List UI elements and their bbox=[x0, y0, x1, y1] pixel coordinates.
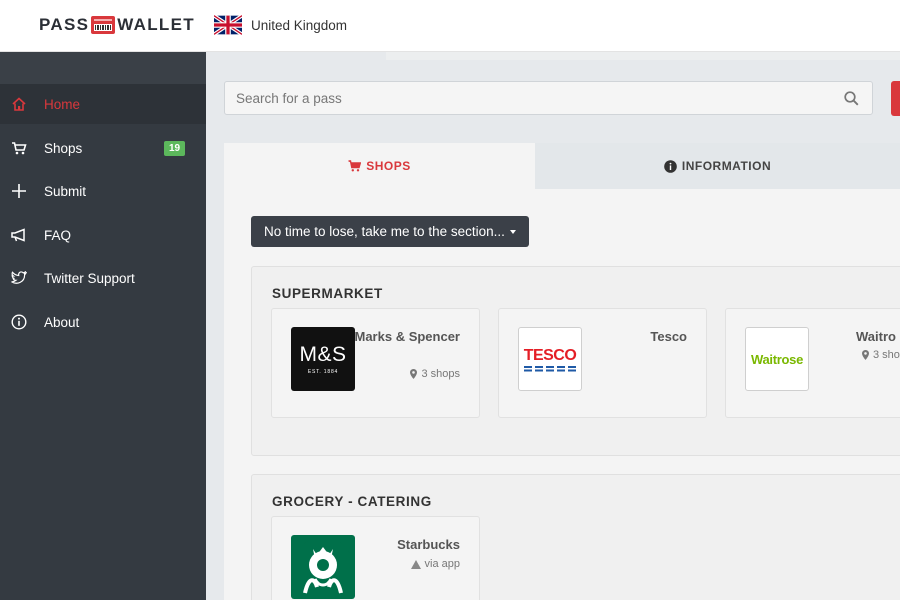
sidebar-item-label: About bbox=[44, 314, 80, 330]
shops-count-badge: 19 bbox=[164, 141, 186, 156]
section-jump-dropdown[interactable]: No time to lose, take me to the section.… bbox=[251, 216, 529, 247]
shop-meta-text: 3 shops bbox=[421, 368, 460, 380]
tesco-stripes-icon bbox=[523, 365, 576, 371]
section-title: GROCERY - CATERING bbox=[272, 494, 432, 509]
sidebar-item-label: Shops bbox=[44, 140, 83, 156]
shop-location-count: 3 shops bbox=[410, 368, 460, 380]
sidebar-item-label: FAQ bbox=[44, 227, 72, 243]
waitrose-logo: Waitrose bbox=[745, 327, 809, 391]
marks-spencer-logo: M&S EST. 1884 bbox=[291, 327, 355, 391]
shop-name: Waitro bbox=[856, 329, 896, 344]
search-bar bbox=[224, 81, 873, 115]
section-title: SUPERMARKET bbox=[272, 286, 383, 301]
plus-icon bbox=[10, 182, 28, 200]
tesco-logo: TESCO bbox=[518, 327, 582, 391]
logo-subtext: EST. 1884 bbox=[307, 369, 339, 375]
search-icon[interactable] bbox=[844, 91, 859, 111]
caret-down-icon bbox=[509, 229, 516, 234]
shop-card-marks-spencer[interactable]: M&S EST. 1884 Marks & Spencer 3 shops bbox=[271, 308, 480, 418]
shop-meta-text: 3 sho bbox=[873, 349, 900, 361]
shop-name: Starbucks bbox=[397, 537, 460, 552]
shop-name: Marks & Spencer bbox=[354, 329, 461, 344]
uk-flag-icon bbox=[214, 15, 242, 35]
section-jump-label: No time to lose, take me to the section.… bbox=[264, 224, 505, 239]
sidebar-item-home[interactable]: Home bbox=[0, 84, 206, 124]
shop-card-waitrose[interactable]: Waitrose Waitro 3 sho bbox=[725, 308, 900, 418]
sidebar-item-submit[interactable]: Submit bbox=[0, 171, 206, 211]
sidebar-item-shops[interactable]: Shops 19 bbox=[0, 128, 206, 168]
twitter-icon bbox=[10, 269, 28, 287]
sidebar-item-label: Twitter Support bbox=[44, 270, 135, 286]
map-pin-icon bbox=[410, 369, 418, 379]
section-grocery-catering: GROCERY - CATERING Starbucks via app bbox=[251, 474, 900, 600]
logo-text-wallet: WALLET bbox=[117, 15, 195, 34]
sidebar-item-label: Home bbox=[44, 96, 81, 112]
cart-icon bbox=[348, 160, 362, 172]
sidebar-item-label: Submit bbox=[44, 183, 87, 199]
section-supermarket: SUPERMARKET M&S EST. 1884 Marks & Spence… bbox=[251, 266, 900, 456]
header-divider bbox=[386, 52, 900, 60]
shop-card-tesco[interactable]: TESCO Tesco bbox=[498, 308, 707, 418]
top-header: PASS WALLET United Kingdom bbox=[0, 0, 900, 52]
info-circle-icon bbox=[664, 159, 677, 173]
ticket-icon bbox=[91, 16, 116, 34]
logo-text: TESCO bbox=[523, 346, 577, 364]
shop-location-count: 3 sho bbox=[862, 349, 900, 361]
starbucks-logo bbox=[291, 535, 355, 599]
logo-text: M&S bbox=[299, 343, 347, 366]
tab-label: SHOPS bbox=[366, 159, 411, 173]
tab-label: INFORMATION bbox=[681, 159, 772, 173]
country-selector[interactable]: United Kingdom bbox=[214, 15, 347, 35]
passwallet-logo[interactable]: PASS WALLET bbox=[39, 15, 195, 35]
logo-text: Waitrose bbox=[750, 351, 804, 367]
logo-text-pass: PASS bbox=[39, 15, 90, 34]
cart-icon bbox=[10, 139, 28, 157]
tab-shops[interactable]: SHOPS bbox=[224, 143, 535, 189]
shop-availability: via app bbox=[410, 558, 460, 570]
sidebar-item-twitter-support[interactable]: Twitter Support bbox=[0, 258, 206, 298]
info-circle-icon bbox=[10, 313, 28, 331]
tab-information[interactable]: INFORMATION bbox=[535, 143, 900, 189]
megaphone-icon bbox=[10, 226, 28, 244]
sidebar-item-faq[interactable]: FAQ bbox=[0, 215, 206, 255]
shop-card-starbucks[interactable]: Starbucks via app bbox=[271, 516, 480, 600]
search-action-button[interactable] bbox=[891, 81, 900, 116]
sidebar-top-spacer bbox=[0, 52, 206, 84]
home-icon bbox=[10, 95, 28, 113]
search-input[interactable] bbox=[225, 82, 825, 114]
shop-meta-text: via app bbox=[424, 558, 460, 570]
map-pin-icon bbox=[862, 350, 869, 360]
siren-icon bbox=[293, 537, 353, 597]
app-icon bbox=[410, 559, 421, 569]
sidebar-item-about[interactable]: About bbox=[0, 302, 206, 342]
country-label: United Kingdom bbox=[251, 17, 348, 33]
shop-name: Tesco bbox=[650, 329, 687, 344]
